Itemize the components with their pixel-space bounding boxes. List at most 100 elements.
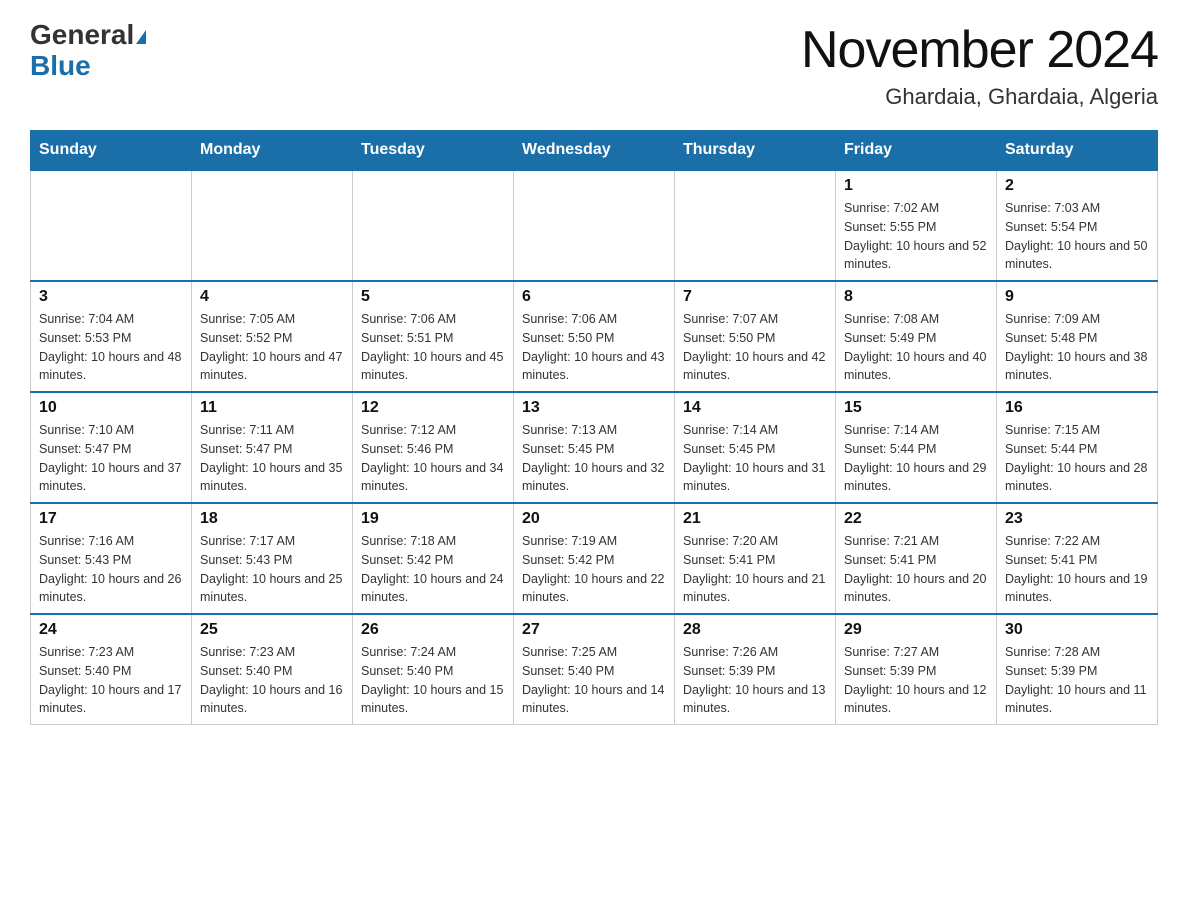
day-number: 2 [1005,177,1149,195]
day-info: Sunrise: 7:16 AMSunset: 5:43 PMDaylight:… [39,532,183,607]
day-number: 9 [1005,288,1149,306]
week-row-1: 1Sunrise: 7:02 AMSunset: 5:55 PMDaylight… [31,170,1158,281]
day-number: 3 [39,288,183,306]
calendar-cell: 10 Sunrise: 7:10 AMSunset: 5:47 PMDayligh… [31,392,192,503]
calendar-cell: 19 Sunrise: 7:18 AMSunset: 5:42 PMDayligh… [353,503,514,614]
calendar-cell: 28 Sunrise: 7:26 AMSunset: 5:39 PMDayligh… [675,614,836,725]
day-number: 13 [522,399,666,417]
day-info: Sunrise: 7:10 AMSunset: 5:47 PMDaylight:… [39,421,183,496]
title-block: November 2024 Ghardaia, Ghardaia, Algeri… [801,20,1158,110]
calendar-cell [514,170,675,281]
calendar-cell: 27 Sunrise: 7:25 AMSunset: 5:40 PMDayligh… [514,614,675,725]
day-number: 24 [39,621,183,639]
calendar-cell [31,170,192,281]
calendar-cell [353,170,514,281]
day-number: 27 [522,621,666,639]
calendar-cell [675,170,836,281]
calendar-cell: 5 Sunrise: 7:06 AMSunset: 5:51 PMDaylight… [353,281,514,392]
day-info: Sunrise: 7:20 AMSunset: 5:41 PMDaylight:… [683,532,827,607]
day-number: 26 [361,621,505,639]
day-number: 28 [683,621,827,639]
day-info: Sunrise: 7:07 AMSunset: 5:50 PMDaylight:… [683,310,827,385]
calendar-cell: 16Sunrise: 7:15 AMSunset: 5:44 PMDayligh… [997,392,1158,503]
day-number: 22 [844,510,988,528]
page-header: General Blue November 2024 Ghardaia, Gha… [30,20,1158,110]
day-number: 15 [844,399,988,417]
day-info: Sunrise: 7:06 AMSunset: 5:51 PMDaylight:… [361,310,505,385]
logo-top-line: General [30,20,146,51]
day-number: 23 [1005,510,1149,528]
day-number: 21 [683,510,827,528]
logo-triangle-icon [136,30,146,44]
calendar-cell: 13 Sunrise: 7:13 AMSunset: 5:45 PMDayligh… [514,392,675,503]
calendar-cell: 15Sunrise: 7:14 AMSunset: 5:44 PMDayligh… [836,392,997,503]
logo-general-text: General [30,19,134,50]
col-header-sunday: Sunday [31,131,192,171]
col-header-saturday: Saturday [997,131,1158,171]
day-info: Sunrise: 7:09 AMSunset: 5:48 PMDaylight:… [1005,310,1149,385]
day-number: 25 [200,621,344,639]
col-header-wednesday: Wednesday [514,131,675,171]
day-number: 11 [200,399,344,417]
day-number: 14 [683,399,827,417]
calendar-cell: 7 Sunrise: 7:07 AMSunset: 5:50 PMDaylight… [675,281,836,392]
week-row-4: 17 Sunrise: 7:16 AMSunset: 5:43 PMDayligh… [31,503,1158,614]
col-header-friday: Friday [836,131,997,171]
calendar-cell [192,170,353,281]
calendar-cell: 23 Sunrise: 7:22 AMSunset: 5:41 PMDayligh… [997,503,1158,614]
day-info: Sunrise: 7:23 AMSunset: 5:40 PMDaylight:… [39,643,183,718]
day-number: 16 [1005,399,1149,417]
day-info: Sunrise: 7:06 AMSunset: 5:50 PMDaylight:… [522,310,666,385]
location-text: Ghardaia, Ghardaia, Algeria [801,84,1158,110]
day-info: Sunrise: 7:03 AMSunset: 5:54 PMDaylight:… [1005,199,1149,274]
day-info: Sunrise: 7:08 AMSunset: 5:49 PMDaylight:… [844,310,988,385]
calendar-table: SundayMondayTuesdayWednesdayThursdayFrid… [30,130,1158,725]
day-info: Sunrise: 7:02 AMSunset: 5:55 PMDaylight:… [844,199,988,274]
col-header-tuesday: Tuesday [353,131,514,171]
day-info: Sunrise: 7:26 AMSunset: 5:39 PMDaylight:… [683,643,827,718]
calendar-cell: 26Sunrise: 7:24 AMSunset: 5:40 PMDayligh… [353,614,514,725]
calendar-cell: 17 Sunrise: 7:16 AMSunset: 5:43 PMDayligh… [31,503,192,614]
week-row-3: 10 Sunrise: 7:10 AMSunset: 5:47 PMDayligh… [31,392,1158,503]
day-info: Sunrise: 7:18 AMSunset: 5:42 PMDaylight:… [361,532,505,607]
day-info: Sunrise: 7:13 AMSunset: 5:45 PMDaylight:… [522,421,666,496]
day-info: Sunrise: 7:11 AMSunset: 5:47 PMDaylight:… [200,421,344,496]
calendar-cell: 6 Sunrise: 7:06 AMSunset: 5:50 PMDaylight… [514,281,675,392]
day-number: 17 [39,510,183,528]
day-info: Sunrise: 7:28 AMSunset: 5:39 PMDaylight:… [1005,643,1149,718]
calendar-cell: 14 Sunrise: 7:14 AMSunset: 5:45 PMDayligh… [675,392,836,503]
calendar-cell: 1Sunrise: 7:02 AMSunset: 5:55 PMDaylight… [836,170,997,281]
day-number: 19 [361,510,505,528]
col-header-monday: Monday [192,131,353,171]
day-info: Sunrise: 7:25 AMSunset: 5:40 PMDaylight:… [522,643,666,718]
calendar-cell: 18Sunrise: 7:17 AMSunset: 5:43 PMDayligh… [192,503,353,614]
week-row-5: 24 Sunrise: 7:23 AMSunset: 5:40 PMDayligh… [31,614,1158,725]
day-info: Sunrise: 7:22 AMSunset: 5:41 PMDaylight:… [1005,532,1149,607]
calendar-cell: 25Sunrise: 7:23 AMSunset: 5:40 PMDayligh… [192,614,353,725]
calendar-cell: 30Sunrise: 7:28 AMSunset: 5:39 PMDayligh… [997,614,1158,725]
day-number: 6 [522,288,666,306]
calendar-cell: 11 Sunrise: 7:11 AMSunset: 5:47 PMDayligh… [192,392,353,503]
logo: General Blue [30,20,146,82]
day-info: Sunrise: 7:05 AMSunset: 5:52 PMDaylight:… [200,310,344,385]
day-info: Sunrise: 7:14 AMSunset: 5:45 PMDaylight:… [683,421,827,496]
day-number: 20 [522,510,666,528]
day-info: Sunrise: 7:12 AMSunset: 5:46 PMDaylight:… [361,421,505,496]
day-info: Sunrise: 7:21 AMSunset: 5:41 PMDaylight:… [844,532,988,607]
calendar-cell: 21 Sunrise: 7:20 AMSunset: 5:41 PMDayligh… [675,503,836,614]
day-number: 5 [361,288,505,306]
day-number: 8 [844,288,988,306]
col-header-thursday: Thursday [675,131,836,171]
day-number: 7 [683,288,827,306]
month-title: November 2024 [801,20,1158,80]
day-number: 29 [844,621,988,639]
calendar-cell: 22 Sunrise: 7:21 AMSunset: 5:41 PMDayligh… [836,503,997,614]
calendar-header-row: SundayMondayTuesdayWednesdayThursdayFrid… [31,131,1158,171]
day-number: 10 [39,399,183,417]
calendar-cell: 20Sunrise: 7:19 AMSunset: 5:42 PMDayligh… [514,503,675,614]
calendar-cell: 2 Sunrise: 7:03 AMSunset: 5:54 PMDaylight… [997,170,1158,281]
day-number: 12 [361,399,505,417]
calendar-cell: 4Sunrise: 7:05 AMSunset: 5:52 PMDaylight… [192,281,353,392]
day-number: 18 [200,510,344,528]
day-info: Sunrise: 7:04 AMSunset: 5:53 PMDaylight:… [39,310,183,385]
